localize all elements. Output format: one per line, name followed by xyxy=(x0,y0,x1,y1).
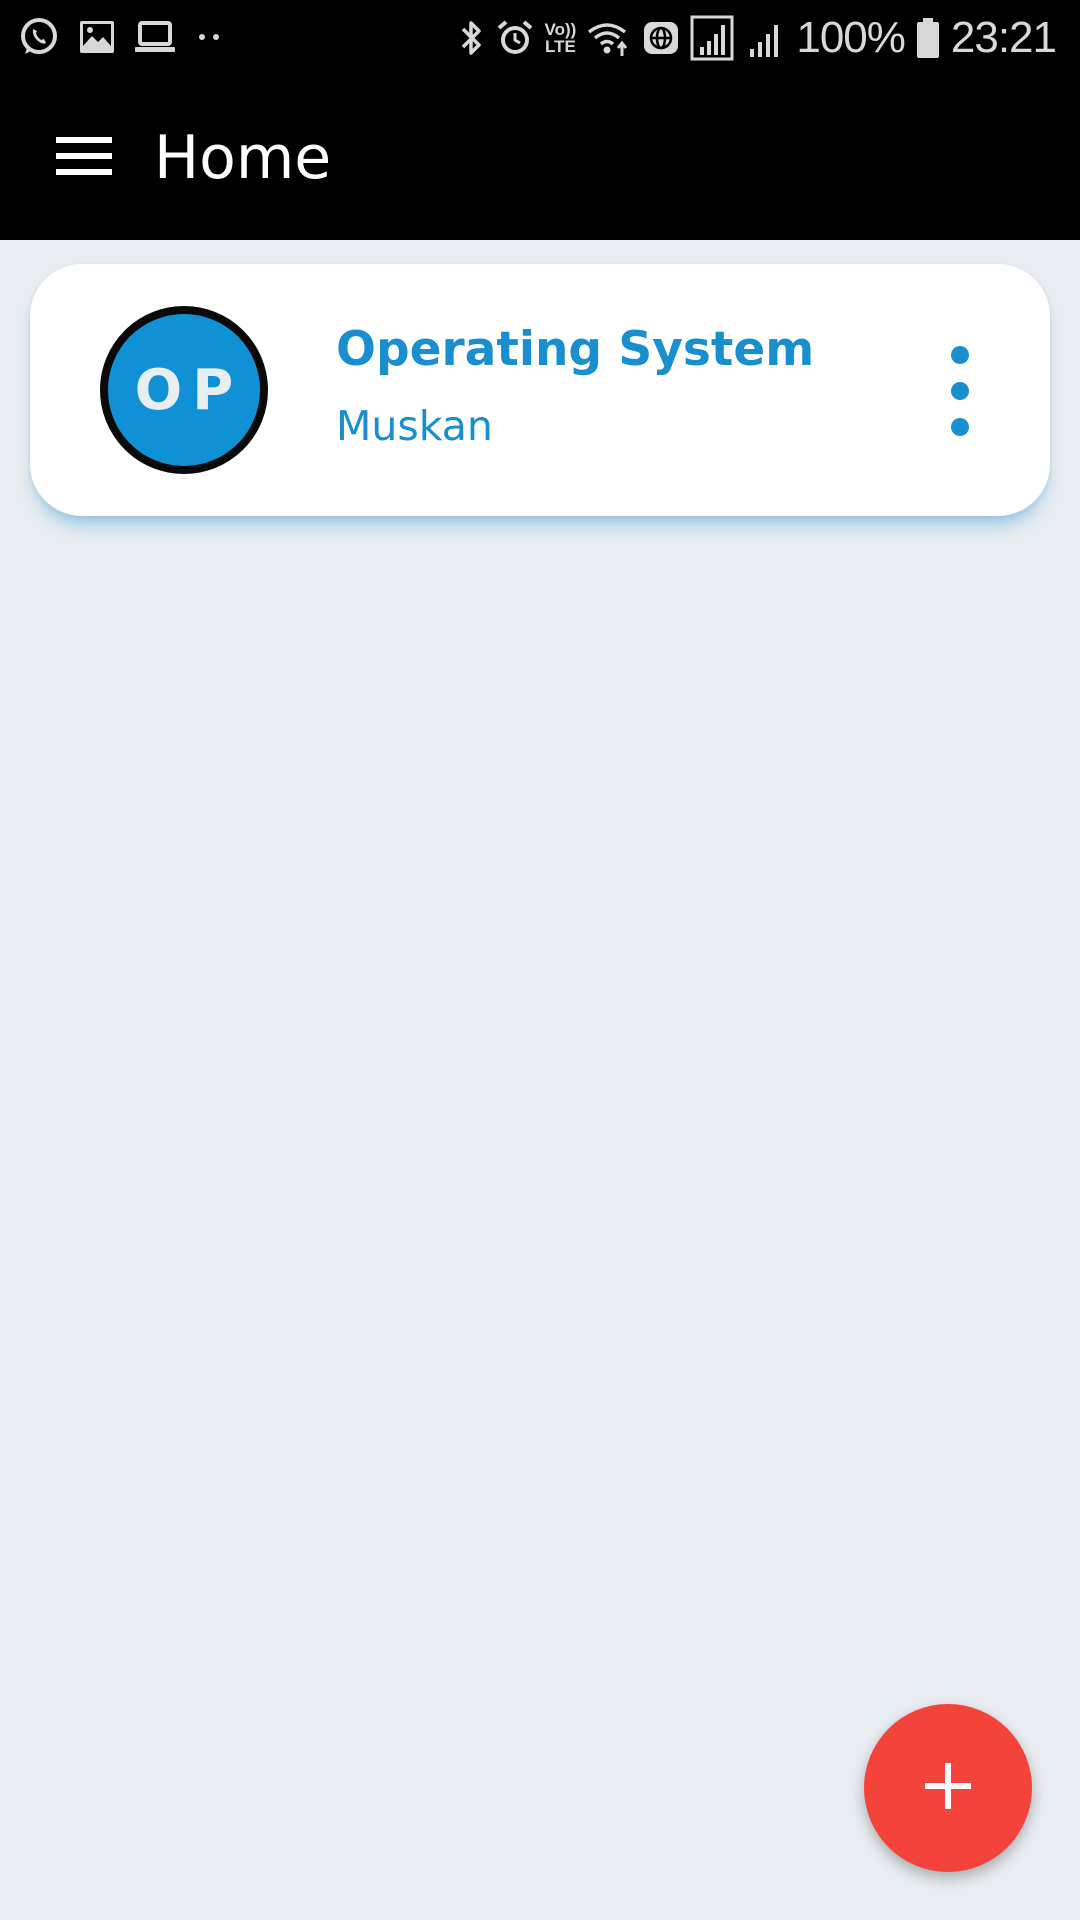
battery-icon xyxy=(915,15,941,61)
class-avatar: OP xyxy=(100,306,268,474)
wifi-icon xyxy=(586,15,632,61)
system-icons: Vo)) LTE 100% 23:21 xyxy=(459,10,1057,66)
volte-line2: LTE xyxy=(545,37,576,56)
whatsapp-icon xyxy=(18,14,60,60)
battery-percentage: 100% xyxy=(796,13,906,62)
hamburger-menu-icon xyxy=(56,135,112,182)
kebab-dot xyxy=(951,346,969,364)
bluetooth-icon xyxy=(459,15,485,61)
globe-icon xyxy=(642,15,680,61)
signal-sim2-icon xyxy=(746,15,786,61)
alarm-icon xyxy=(495,15,535,61)
kebab-dot xyxy=(951,382,969,400)
class-title: Operating System xyxy=(336,322,815,377)
class-subtitle: Muskan xyxy=(336,402,493,450)
kebab-dot xyxy=(951,418,969,436)
more-vert-icon[interactable] xyxy=(930,346,990,436)
laptop-icon xyxy=(134,14,176,60)
more-notifications-icon xyxy=(194,14,224,60)
notification-icons xyxy=(18,14,224,60)
app-bar: Home xyxy=(0,76,1080,240)
clock: 23:21 xyxy=(950,13,1057,62)
add-class-button[interactable] xyxy=(864,1704,1032,1872)
volte-icon: Vo)) LTE xyxy=(545,15,577,61)
gallery-icon xyxy=(78,14,116,60)
plus-icon xyxy=(925,1762,971,1814)
volte-line1: Vo)) xyxy=(544,20,577,39)
class-card[interactable]: OP Operating System Muskan xyxy=(30,264,1050,516)
signal-sim1-icon xyxy=(690,15,736,61)
avatar-initials: OP xyxy=(134,357,244,423)
status-bar: Vo)) LTE 100% 23:21 xyxy=(0,0,1080,76)
menu-button[interactable] xyxy=(48,126,120,190)
page-title: Home xyxy=(154,123,332,193)
